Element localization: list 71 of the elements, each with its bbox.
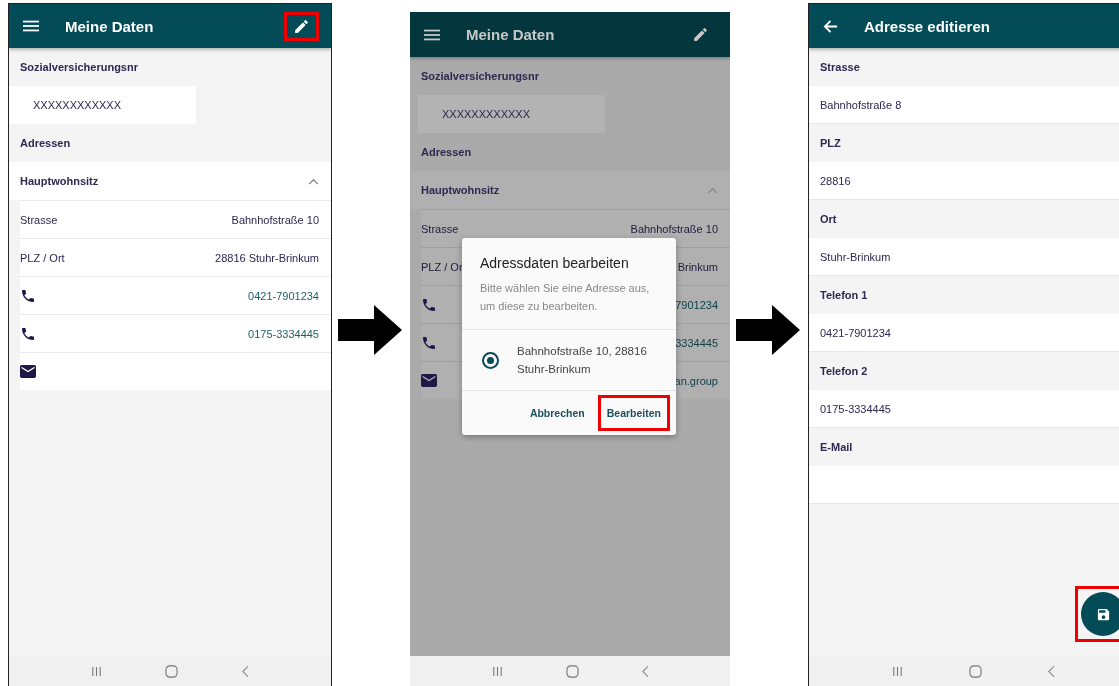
chevron-up-icon xyxy=(308,177,319,185)
contact-link[interactable]: an.group xyxy=(674,374,718,387)
back-arrow-icon[interactable] xyxy=(823,18,838,34)
group-title: Hauptwohnsitz xyxy=(20,175,99,187)
recent-apps-icon[interactable] xyxy=(90,665,102,677)
dialog-message: Bitte wählen Sie eine Adresse aus, um diese zu bearbeiten. xyxy=(479,281,651,314)
detail-value: Bahnhofstraße 10 xyxy=(231,213,319,226)
save-button[interactable] xyxy=(1075,586,1119,642)
value-text: XXXXXXXXXXXX xyxy=(9,86,196,124)
group-title: Hauptwohnsitz xyxy=(421,184,500,196)
chevron-up-icon xyxy=(707,186,718,194)
input-field[interactable]: Bahnhofstraße 8 xyxy=(809,86,1119,124)
contact-link[interactable]: 0175-3334445 xyxy=(248,327,319,340)
edit-button[interactable] xyxy=(284,11,319,41)
detail-label: Strasse xyxy=(421,222,459,235)
screen-title: Meine Daten xyxy=(466,26,556,43)
menu-icon[interactable] xyxy=(23,20,39,32)
recent-apps-icon[interactable] xyxy=(892,665,903,677)
mail-icon xyxy=(421,374,437,387)
section-title: Adressen xyxy=(20,137,71,149)
input-field[interactable] xyxy=(809,466,1119,504)
detail-label: PLZ / Ort xyxy=(20,251,65,264)
input-field[interactable]: Stuhr-Brinkum xyxy=(809,238,1119,276)
field-label: Telefon 2 xyxy=(820,365,868,377)
recent-apps-icon[interactable] xyxy=(491,665,503,677)
field-label: PLZ xyxy=(820,137,841,149)
phone-icon xyxy=(421,334,437,351)
contact-link[interactable]: 3334445 xyxy=(675,336,718,349)
detail-label: Strasse xyxy=(20,213,58,226)
mail-icon xyxy=(20,365,36,378)
screen-title: Meine Daten xyxy=(65,17,155,35)
field-label: E-Mail xyxy=(820,441,853,453)
option-label: Bahnhofstraße 10, 28816 Stuhr-Brinkum xyxy=(517,344,648,377)
pencil-icon xyxy=(692,26,709,43)
phone-icon xyxy=(20,325,36,342)
dialog-button[interactable]: Abbrechen xyxy=(520,395,594,431)
section-title: Sozialversicherungsnr xyxy=(421,70,539,82)
section-title: Adressen xyxy=(421,146,472,158)
radio-button[interactable] xyxy=(482,351,499,369)
right-arrow xyxy=(338,305,402,355)
home-icon[interactable] xyxy=(565,664,579,678)
value-text: XXXXXXXXXXXX xyxy=(418,95,605,133)
detail-value: 28816 Stuhr-Brinkum xyxy=(215,251,319,264)
field-label: Ort xyxy=(820,213,837,225)
pencil-icon xyxy=(293,17,310,35)
field-label: Telefon 1 xyxy=(820,289,868,301)
dialog-title: Adressdaten bearbeiten xyxy=(479,254,630,273)
section-title: Sozialversicherungsnr xyxy=(20,61,138,73)
detail-value: Bahnhofstraße 10 xyxy=(630,222,718,235)
detail-label: PLZ / Or xyxy=(421,260,463,273)
contact-link[interactable]: 7901234 xyxy=(675,298,718,311)
home-icon[interactable] xyxy=(165,664,179,678)
back-icon[interactable] xyxy=(641,664,649,678)
dialog-button[interactable]: Bearbeiten xyxy=(597,395,670,431)
right-arrow xyxy=(736,305,800,355)
home-icon[interactable] xyxy=(969,664,982,678)
contact-link[interactable]: 0421-7901234 xyxy=(248,289,319,302)
input-field[interactable]: 0175-3334445 xyxy=(809,390,1119,428)
group-row[interactable]: Hauptwohnsitz xyxy=(9,162,331,200)
address-option[interactable]: Bahnhofstraße 10, 28816 Stuhr-Brinkum xyxy=(462,330,676,390)
phone-icon xyxy=(20,287,36,304)
detail-value: Brinkum xyxy=(677,260,718,273)
screen-title: Adresse editieren xyxy=(864,17,991,35)
phone-icon xyxy=(421,296,437,313)
menu-icon[interactable] xyxy=(424,28,440,41)
group-row[interactable]: Hauptwohnsitz xyxy=(410,171,730,209)
back-icon[interactable] xyxy=(1048,664,1055,678)
input-field[interactable]: 0421-7901234 xyxy=(809,314,1119,352)
field-label: Strasse xyxy=(820,61,860,73)
input-field[interactable]: 28816 xyxy=(809,162,1119,200)
back-icon[interactable] xyxy=(242,664,250,678)
